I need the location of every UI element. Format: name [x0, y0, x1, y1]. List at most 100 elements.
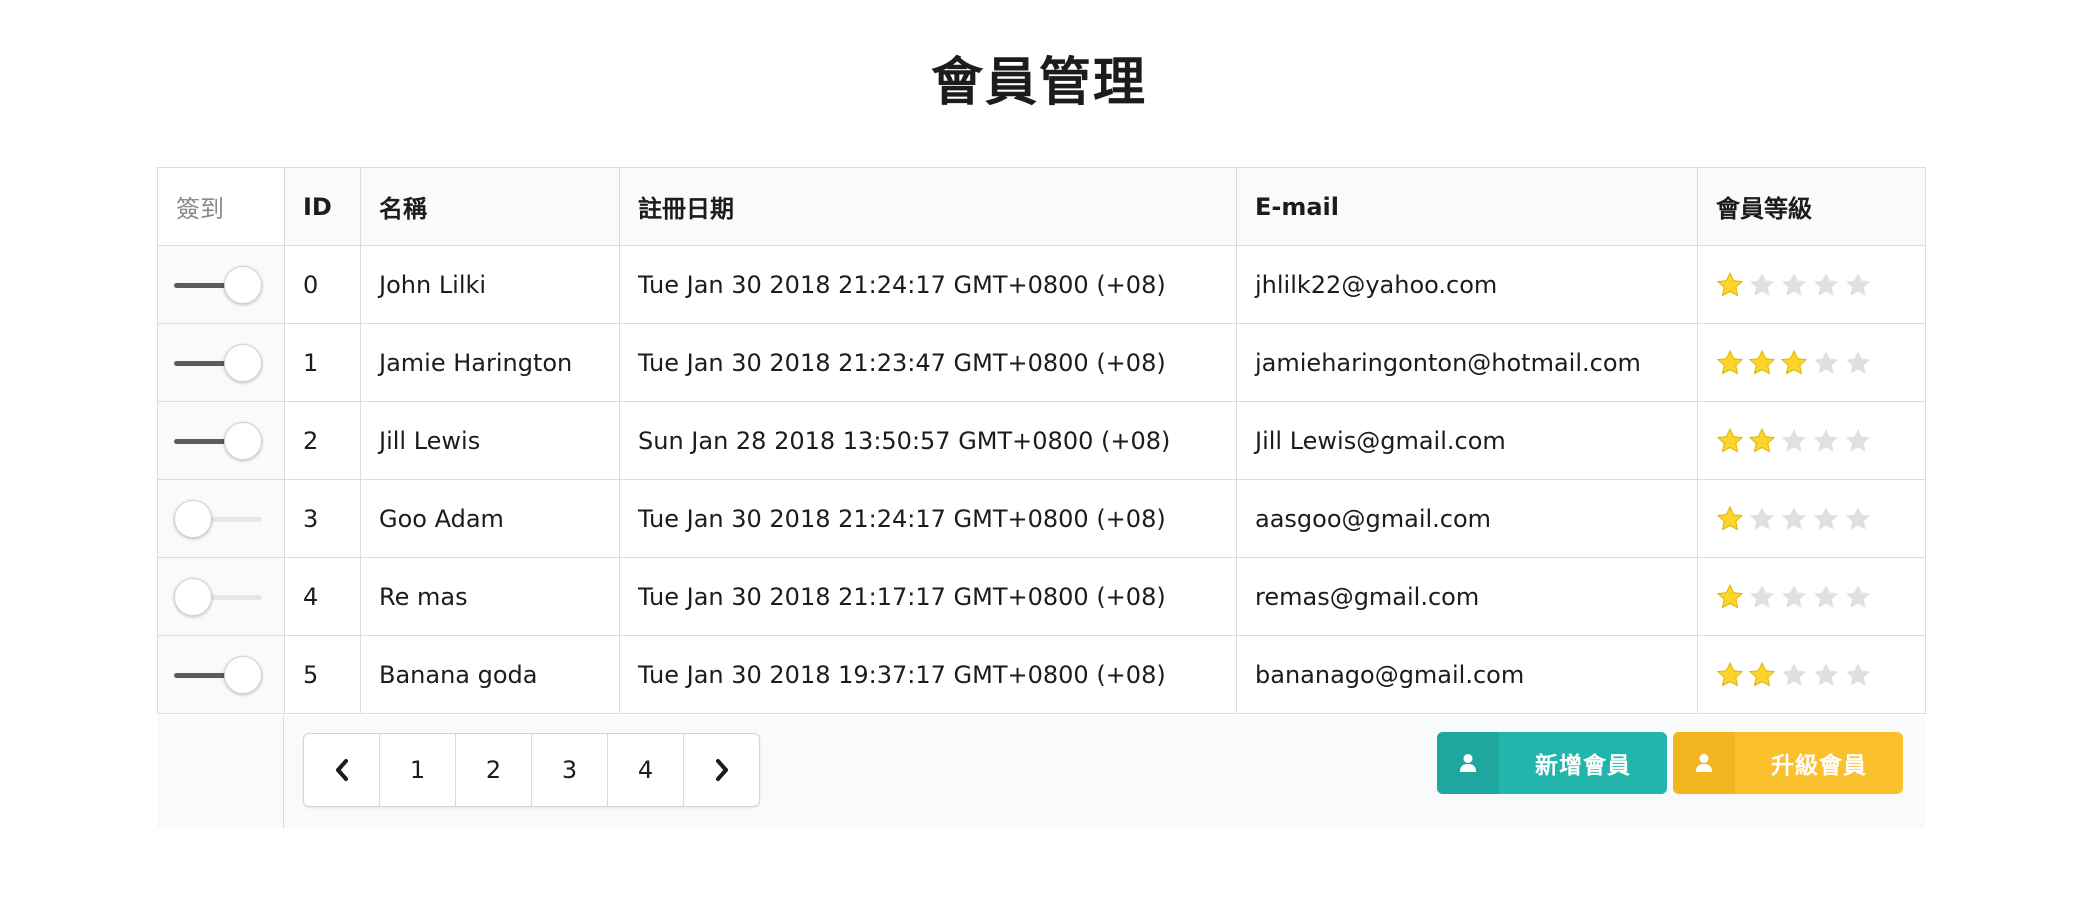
star-rating[interactable]	[1716, 661, 1907, 689]
checkin-cell	[157, 635, 285, 714]
member-email: aasgoo@gmail.com	[1236, 479, 1698, 558]
member-name: Goo Adam	[360, 479, 620, 558]
star-rating[interactable]	[1716, 271, 1907, 299]
star-filled-icon[interactable]	[1748, 427, 1776, 455]
star-empty-icon[interactable]	[1780, 583, 1808, 611]
footer-divider	[283, 715, 284, 828]
toggle-knob	[174, 577, 212, 616]
add-member-label: 新增會員	[1535, 753, 1631, 779]
checkin-toggle[interactable]	[174, 343, 262, 382]
table-row: 4 Re mas Tue Jan 30 2018 21:17:17 GMT+0800…	[157, 557, 1926, 636]
star-empty-icon[interactable]	[1812, 661, 1840, 689]
column-header-checkin[interactable]: 簽到	[157, 167, 285, 246]
toggle-knob	[224, 421, 262, 460]
star-empty-icon[interactable]	[1812, 349, 1840, 377]
toggle-knob	[224, 655, 262, 694]
member-id: 5	[284, 635, 361, 714]
star-empty-icon[interactable]	[1780, 427, 1808, 455]
checkin-cell	[157, 401, 285, 480]
star-empty-icon[interactable]	[1844, 349, 1872, 377]
star-empty-icon[interactable]	[1844, 271, 1872, 299]
add-member-button[interactable]: 新增會員	[1437, 732, 1667, 794]
star-filled-icon[interactable]	[1748, 349, 1776, 377]
star-empty-icon[interactable]	[1812, 505, 1840, 533]
star-rating[interactable]	[1716, 427, 1907, 455]
checkin-cell	[157, 479, 285, 558]
star-filled-icon[interactable]	[1780, 349, 1808, 377]
chevron-right-icon	[715, 759, 728, 781]
star-filled-icon[interactable]	[1748, 661, 1776, 689]
toggle-knob	[224, 343, 262, 382]
star-empty-icon[interactable]	[1780, 661, 1808, 689]
star-filled-icon[interactable]	[1716, 427, 1744, 455]
star-empty-icon[interactable]	[1812, 427, 1840, 455]
star-empty-icon[interactable]	[1812, 583, 1840, 611]
column-header-email[interactable]: E-mail	[1236, 167, 1698, 246]
star-empty-icon[interactable]	[1844, 583, 1872, 611]
table-row: 3 Goo Adam Tue Jan 30 2018 21:24:17 GMT+08…	[157, 479, 1926, 558]
toggle-knob	[174, 499, 212, 538]
pagination-page-3[interactable]: 3	[532, 734, 608, 806]
pagination: 1 2 3 4	[303, 733, 760, 807]
member-name: Jill Lewis	[360, 401, 620, 480]
table-row: 0 John Lilki Tue Jan 30 2018 21:24:17 GMT+…	[157, 245, 1926, 324]
upgrade-member-button[interactable]: 升級會員	[1673, 732, 1903, 794]
member-level	[1697, 323, 1926, 402]
star-empty-icon[interactable]	[1844, 661, 1872, 689]
member-level	[1697, 245, 1926, 324]
member-id: 2	[284, 401, 361, 480]
table-header-row: 簽到 ID 名稱 註冊日期 E-mail 會員等級	[157, 167, 1926, 246]
user-icon	[1673, 732, 1735, 794]
member-email: bananago@gmail.com	[1236, 635, 1698, 714]
star-empty-icon[interactable]	[1844, 505, 1872, 533]
star-rating[interactable]	[1716, 349, 1907, 377]
column-header-date[interactable]: 註冊日期	[619, 167, 1237, 246]
checkin-toggle[interactable]	[174, 655, 262, 694]
member-level	[1697, 557, 1926, 636]
star-filled-icon[interactable]	[1716, 349, 1744, 377]
column-header-name[interactable]: 名稱	[360, 167, 620, 246]
member-level	[1697, 479, 1926, 558]
member-name: Re mas	[360, 557, 620, 636]
pagination-page-1[interactable]: 1	[380, 734, 456, 806]
checkin-toggle[interactable]	[174, 265, 262, 304]
star-empty-icon[interactable]	[1812, 271, 1840, 299]
member-registration-date: Tue Jan 30 2018 21:24:17 GMT+0800 (+08)	[619, 479, 1237, 558]
star-empty-icon[interactable]	[1748, 583, 1776, 611]
member-level	[1697, 401, 1926, 480]
star-filled-icon[interactable]	[1716, 661, 1744, 689]
user-icon	[1437, 732, 1499, 794]
pagination-prev-button[interactable]	[304, 734, 380, 806]
star-empty-icon[interactable]	[1844, 427, 1872, 455]
star-filled-icon[interactable]	[1716, 271, 1744, 299]
star-filled-icon[interactable]	[1716, 583, 1744, 611]
star-empty-icon[interactable]	[1780, 505, 1808, 533]
star-rating[interactable]	[1716, 505, 1907, 533]
star-rating[interactable]	[1716, 583, 1907, 611]
column-header-id[interactable]: ID	[284, 167, 361, 246]
table-row: 1 Jamie Harington Tue Jan 30 2018 21:23:47…	[157, 323, 1926, 402]
column-header-level[interactable]: 會員等級	[1697, 167, 1926, 246]
member-email: Jill Lewis@gmail.com	[1236, 401, 1698, 480]
member-registration-date: Tue Jan 30 2018 19:37:17 GMT+0800 (+08)	[619, 635, 1237, 714]
star-empty-icon[interactable]	[1780, 271, 1808, 299]
checkin-toggle[interactable]	[174, 577, 262, 616]
upgrade-member-label: 升級會員	[1771, 753, 1867, 779]
chevron-left-icon	[335, 759, 348, 781]
member-email: jhlilk22@yahoo.com	[1236, 245, 1698, 324]
star-empty-icon[interactable]	[1748, 505, 1776, 533]
checkin-cell	[157, 557, 285, 636]
pagination-page-4[interactable]: 4	[608, 734, 684, 806]
member-registration-date: Tue Jan 30 2018 21:24:17 GMT+0800 (+08)	[619, 245, 1237, 324]
star-filled-icon[interactable]	[1716, 505, 1744, 533]
checkin-toggle[interactable]	[174, 499, 262, 538]
member-id: 3	[284, 479, 361, 558]
members-table-container: 簽到 ID 名稱 註冊日期 E-mail 會員等級 0 John Lilki Tue…	[157, 167, 1926, 714]
star-empty-icon[interactable]	[1748, 271, 1776, 299]
checkin-toggle[interactable]	[174, 421, 262, 460]
pagination-next-button[interactable]	[684, 734, 759, 806]
pagination-page-2[interactable]: 2	[456, 734, 532, 806]
member-registration-date: Tue Jan 30 2018 21:23:47 GMT+0800 (+08)	[619, 323, 1237, 402]
members-table: 簽到 ID 名稱 註冊日期 E-mail 會員等級 0 John Lilki Tue…	[157, 167, 1926, 714]
member-level	[1697, 635, 1926, 714]
